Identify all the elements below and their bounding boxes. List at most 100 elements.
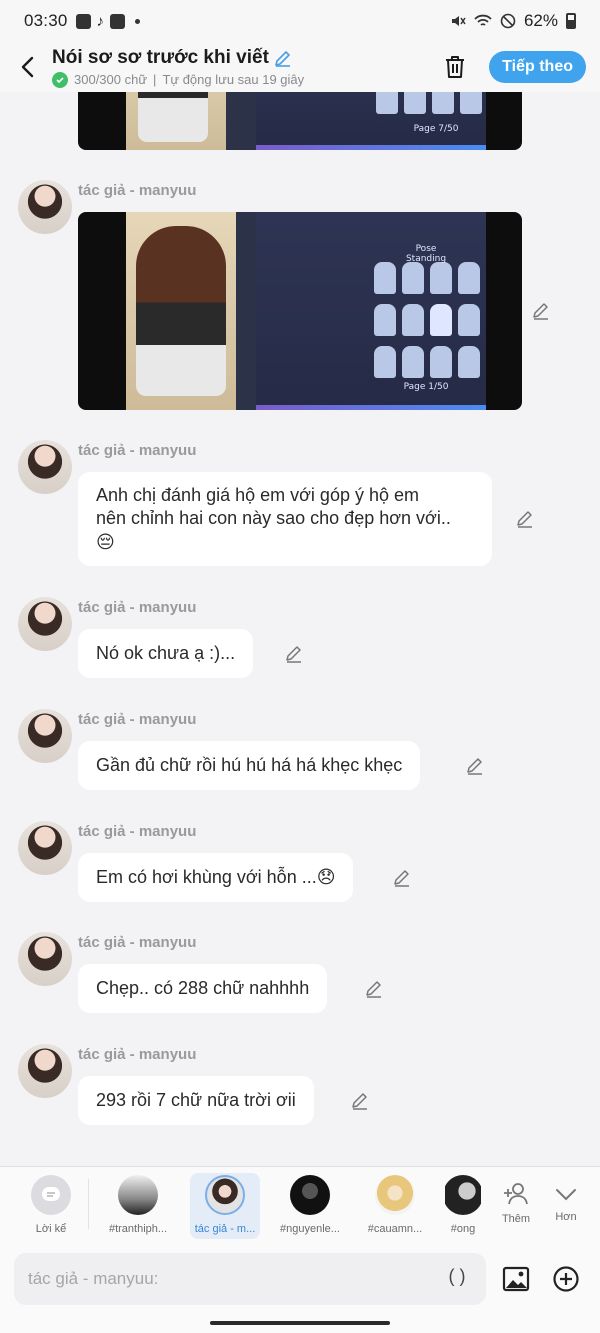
character-selector: Lời kể #tranthiph... tác giả - m... #ngu… [0, 1167, 600, 1245]
message-item: tác giả - manyuu Pose Standing Page 1/50 [18, 180, 588, 420]
message-item: tác giả - manyuu Nó ok chưa ạ :)... [18, 597, 588, 687]
message-image-partial[interactable]: Page 7/50 [78, 92, 522, 150]
delete-button[interactable] [437, 49, 473, 85]
message-author: tác giả - manyuu [78, 182, 197, 199]
home-indicator[interactable] [210, 1321, 390, 1325]
plus-circle-icon [553, 1266, 579, 1292]
system-nav-bar [0, 1313, 600, 1333]
back-button[interactable] [12, 47, 42, 87]
chip-character[interactable]: #ong [445, 1173, 481, 1239]
edit-message-button[interactable] [363, 978, 385, 1000]
separator: | [153, 72, 157, 87]
message-item: tác giả - manyuu 293 rồi 7 chữ nữa trời … [18, 1044, 588, 1134]
avatar [375, 1175, 415, 1215]
add-button[interactable] [546, 1259, 586, 1299]
message-item: tác giả - manyuu Gần đủ chữ rồi hú hú há… [18, 709, 588, 799]
add-person-icon [504, 1183, 528, 1205]
chip-character[interactable]: #nguyenle... [275, 1173, 345, 1239]
chevron-down-icon [556, 1189, 576, 1201]
pencil-icon [286, 646, 301, 663]
edit-message-button[interactable] [464, 755, 486, 777]
chip-label: Lời kể [35, 1223, 67, 1235]
composer: tác giả - manyuu: ( ) [0, 1245, 600, 1313]
chip-label: Thêm [501, 1213, 531, 1225]
narration-icon [31, 1175, 71, 1215]
next-button[interactable]: Tiếp theo [489, 51, 586, 83]
message-author: tác giả - manyuu [78, 823, 197, 840]
chat-area[interactable]: Page 7/50 tác giả - manyuu Pose Standing… [0, 92, 600, 1166]
message-item: tác giả - manyuu Chẹp.. có 288 chữ nahhh… [18, 932, 588, 1022]
avatar [445, 1175, 481, 1215]
message-author: tác giả - manyuu [78, 442, 197, 459]
trash-icon [446, 56, 465, 78]
insert-image-button[interactable] [496, 1259, 536, 1299]
chip-label: #tranthiph... [108, 1223, 168, 1235]
chevron-left-icon [21, 56, 34, 78]
message-text-line: nên chỉnh hai con này sao cho đẹp hơn vớ… [96, 508, 451, 529]
more-notifications-icon [135, 18, 141, 24]
autosave-status: Tự động lưu sau 19 giây [162, 72, 305, 87]
avatar [18, 821, 72, 875]
chip-narration[interactable]: Lời kể [16, 1173, 86, 1239]
parentheses-button[interactable]: ( ) [442, 1266, 472, 1292]
avatar [18, 180, 72, 234]
mute-icon [451, 16, 466, 26]
message-bubble[interactable]: Chẹp.. có 288 chữ nahhhh [78, 964, 328, 1014]
message-author: tác giả - manyuu [78, 711, 197, 728]
avatar [18, 709, 72, 763]
message-bubble[interactable]: 293 rồi 7 chữ nữa trời ơii [78, 1076, 314, 1126]
gallery-notification-icon [75, 13, 91, 29]
edit-message-button[interactable] [530, 300, 552, 322]
message-bubble[interactable]: Gần đủ chữ rồi hú hú há há khẹc khẹc [78, 741, 421, 791]
edit-title-button[interactable] [273, 48, 293, 68]
image-icon [502, 1266, 530, 1292]
check-icon [52, 71, 68, 88]
edit-message-button[interactable] [283, 643, 305, 665]
add-character-button[interactable]: Thêm [484, 1173, 548, 1239]
chip-character[interactable]: #tranthiph... [103, 1173, 173, 1239]
message-emoji: 😔 [96, 531, 115, 552]
character-figure [136, 226, 226, 396]
pencil-icon [467, 758, 482, 775]
message-text-line: Anh chị đánh giá hộ em với góp ý hộ em [96, 485, 419, 505]
avatar [290, 1175, 330, 1215]
word-count: 300/300 chữ [74, 72, 148, 87]
avatar [18, 597, 72, 651]
wifi-icon [474, 14, 492, 26]
message-author: tác giả - manyuu [78, 934, 197, 951]
pencil-icon [533, 303, 548, 320]
youtube-notification-icon [110, 13, 126, 29]
message-input[interactable]: tác giả - manyuu: ( ) [14, 1253, 486, 1305]
input-placeholder: tác giả - manyuu: [28, 1269, 159, 1288]
pencil-icon [366, 981, 381, 998]
chip-label: Hơn [555, 1211, 577, 1223]
avatar [18, 440, 72, 494]
edit-message-button[interactable] [349, 1090, 371, 1112]
edit-message-button[interactable] [514, 508, 536, 530]
chip-label: tác giả - m... [194, 1223, 256, 1235]
chip-character[interactable]: #cauamn... [360, 1173, 430, 1239]
message-bubble[interactable]: Anh chị đánh giá hộ em với góp ý hộ em n… [78, 472, 492, 566]
game-pose-label: Pose Standing [405, 244, 447, 264]
chip-label: #nguyenle... [280, 1223, 340, 1235]
editor-header: Nói sơ sơ trước khi viết 300/300 chữ | T… [0, 42, 600, 92]
message-bubble[interactable]: Nó ok chưa ạ :)... [78, 629, 254, 679]
game-page-label: Page 7/50 [413, 124, 459, 134]
message-bubble[interactable]: Em có hơi khùng với hỗn ...😞 [78, 853, 354, 903]
edit-message-button[interactable] [391, 867, 413, 889]
avatar [18, 932, 72, 986]
message-image[interactable]: Pose Standing Page 1/50 [78, 212, 522, 410]
message-item: tác giả - manyuu Em có hơi khùng với hỗn… [18, 821, 588, 911]
message-author: tác giả - manyuu [78, 1046, 197, 1063]
message-author: tác giả - manyuu [78, 599, 197, 616]
pencil-icon [275, 50, 290, 67]
chip-character-active[interactable]: tác giả - m... [190, 1173, 260, 1239]
game-page-label: Page 1/50 [403, 382, 449, 392]
battery-icon [566, 13, 576, 29]
battery-percent: 62% [523, 11, 558, 30]
avatar [118, 1175, 158, 1215]
status-bar: 03:30 ♪ 62% [0, 0, 600, 42]
more-button[interactable]: Hơn [540, 1173, 592, 1239]
pencil-icon [517, 511, 532, 528]
story-title: Nói sơ sơ trước khi viết [52, 46, 269, 68]
